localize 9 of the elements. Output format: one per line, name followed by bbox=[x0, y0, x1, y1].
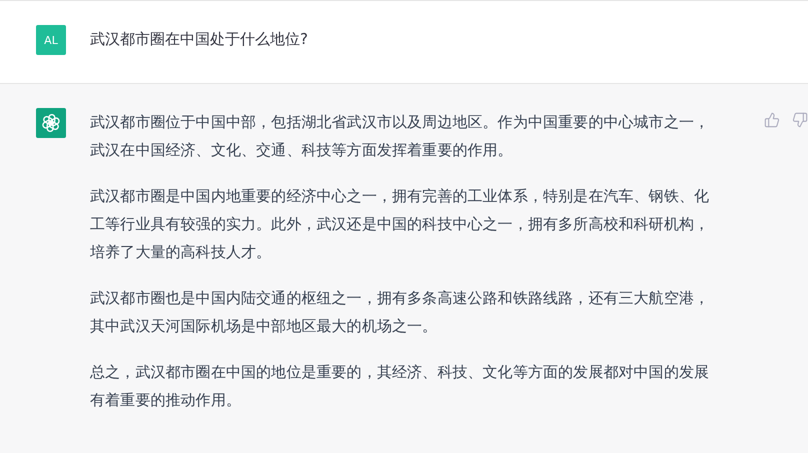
response-paragraph: 武汉都市圈是中国内地重要的经济中心之一，拥有完善的工业体系，特别是在汽车、钢铁、化工等行业具有较强的实力。此外，武汉还是中国的科技中心之一，拥有多所高校和科研机构，培养了大量的高科技人才。 bbox=[90, 186, 710, 263]
user-message: 武汉都市圈在中国处于什么地位? bbox=[90, 30, 308, 48]
response-paragraph: 武汉都市圈位于中国中部，包括湖北省武汉市以及周边地区。作为中国重要的中心城市之一，武汉在中国经济、文化、交通、科技等方面发挥着重要的作用。 bbox=[90, 112, 710, 161]
response-paragraph: 总之，武汉都市圈在中国的地位是重要的，其经济、科技、文化等方面的发展都对中国的发展有着重要的推动作用。 bbox=[90, 362, 710, 411]
knot-logo-icon bbox=[41, 113, 61, 133]
response-paragraph: 武汉都市圈也是中国内陆交通的枢纽之一，拥有多条高速公路和铁路线路，还有三大航空港，其中武汉天河国际机场是中部地区最大的机场之一。 bbox=[90, 288, 710, 337]
user-avatar: AL bbox=[36, 25, 66, 55]
thumbs-down-icon[interactable] bbox=[792, 112, 808, 128]
thumbs-up-icon[interactable] bbox=[764, 112, 780, 128]
